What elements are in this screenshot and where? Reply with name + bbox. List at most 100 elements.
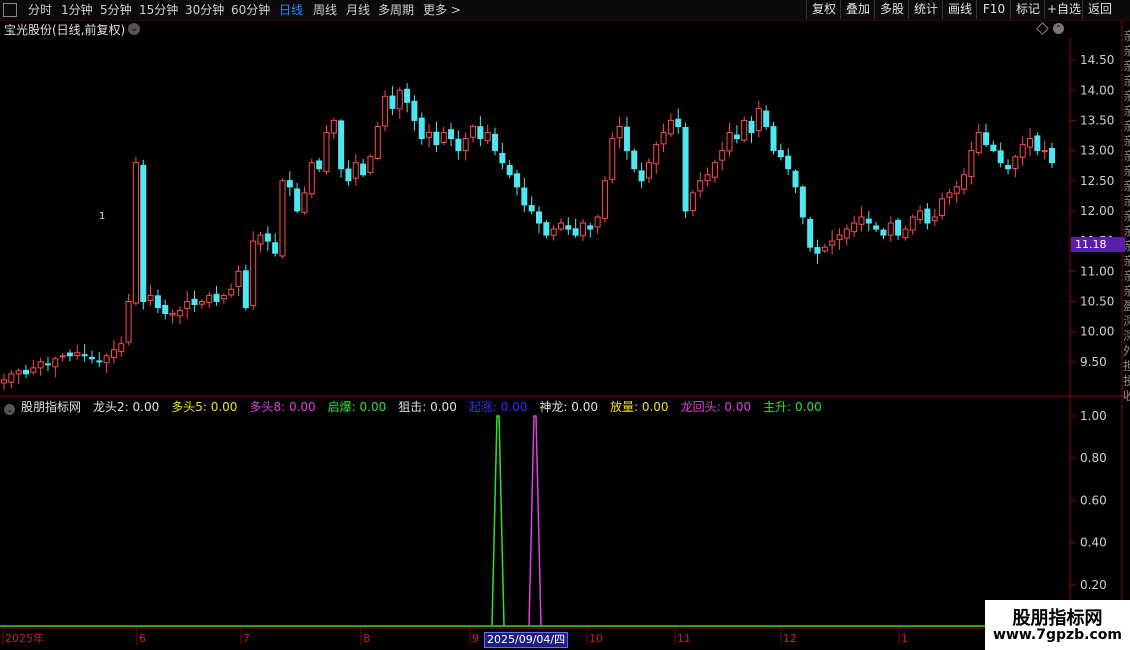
candle-body-38	[279, 180, 286, 257]
time-label-3: 8	[363, 632, 370, 645]
candle-body-81	[594, 216, 601, 228]
indicator-value-0: 龙头2: 0.00	[93, 400, 160, 414]
candle-body-0	[1, 379, 7, 384]
candle-body-97	[711, 162, 718, 178]
candle-body-96	[704, 174, 711, 182]
candle-body-94	[689, 192, 696, 212]
candle-body-108	[792, 170, 799, 188]
candle-body-89	[653, 144, 660, 165]
candle-body-17	[125, 300, 132, 343]
sidebar-char-18: 盈	[1123, 299, 1130, 313]
candle-body-24	[176, 310, 183, 317]
candle-body-76	[557, 222, 564, 230]
candle-body-50	[367, 156, 374, 173]
price-label-8: 10.50	[1080, 294, 1114, 308]
candle-body-67	[492, 133, 499, 152]
candle-body-124	[909, 216, 916, 231]
sidebar-char-7: 亲	[1123, 134, 1130, 148]
ind-label-1: 0.80	[1080, 451, 1107, 465]
candle-body-1	[8, 373, 15, 383]
sidebar-char-5: 亲	[1123, 104, 1130, 118]
price-tag: 11.18	[1071, 237, 1125, 252]
candle-body-14	[103, 355, 110, 364]
candle-body-39	[286, 180, 293, 188]
sidebar-char-0: 亲	[1123, 29, 1130, 43]
candle-body-92	[675, 118, 682, 127]
candle-body-36	[264, 233, 271, 242]
sidebar-char-24: 收	[1123, 389, 1130, 403]
chart-canvas[interactable]: 14.5014.0013.5013.0012.5012.0011.5011.00…	[0, 0, 1130, 650]
price-label-5: 12.00	[1080, 204, 1114, 218]
time-label-0: 2025年	[5, 631, 44, 645]
candle-body-91	[667, 119, 674, 135]
price-label-2: 13.50	[1080, 113, 1114, 127]
candle-body-86	[631, 150, 638, 170]
indicator-dropdown-icon[interactable]: ⌄	[4, 404, 15, 415]
candle-body-82	[601, 180, 608, 219]
candle-body-52	[382, 95, 389, 127]
candle-body-26	[191, 298, 198, 305]
indicator-value-8: 龙回头: 0.00	[680, 400, 752, 414]
candle-body-18	[132, 162, 139, 304]
indicator-spike-1	[528, 415, 542, 627]
candle-body-41	[301, 192, 308, 213]
sidebar-char-15: 亲	[1123, 254, 1130, 268]
candle-body-99	[726, 132, 733, 152]
candle-body-69	[506, 164, 513, 176]
candle-annotation: 1	[99, 211, 105, 222]
candle-body-72	[528, 205, 535, 212]
candle-body-13	[96, 360, 103, 363]
indicator-value-6: 神龙: 0.00	[539, 400, 598, 414]
price-label-4: 12.50	[1080, 174, 1114, 188]
time-label-1: 6	[139, 632, 146, 645]
candle-body-88	[645, 162, 652, 179]
candle-body-57	[418, 117, 425, 140]
candle-body-85	[623, 126, 630, 152]
candle-body-73	[535, 211, 542, 224]
candle-body-120	[880, 229, 887, 236]
price-label-9: 10.00	[1080, 325, 1114, 339]
candle-body-135	[990, 144, 997, 152]
candle-body-42	[308, 162, 315, 195]
candle-body-127	[931, 216, 938, 222]
candle-body-100	[733, 134, 740, 140]
candle-body-28	[206, 294, 213, 303]
candle-body-49	[360, 163, 367, 176]
candle-body-119	[873, 225, 880, 230]
ind-label-2: 0.60	[1080, 493, 1107, 507]
sidebar-char-12: 亲	[1123, 209, 1130, 223]
candle-body-140	[1027, 138, 1034, 148]
candle-body-110	[807, 218, 814, 248]
candle-body-33	[242, 270, 249, 309]
candle-body-29	[213, 293, 220, 302]
candle-body-32	[235, 270, 242, 287]
sidebar-char-6: 亲	[1123, 119, 1130, 133]
candle-body-111	[814, 247, 821, 254]
candle-body-131	[961, 174, 968, 190]
sidebar-char-3: 亲	[1123, 74, 1130, 88]
candle-body-66	[484, 132, 491, 142]
price-label-3: 13.00	[1080, 144, 1114, 158]
candle-body-47	[345, 168, 352, 182]
sidebar-char-22: 担	[1123, 359, 1130, 373]
candle-body-63	[462, 138, 469, 152]
sidebar-char-20: 深	[1123, 329, 1130, 343]
candle-body-79	[579, 222, 586, 237]
candle-body-53	[389, 95, 396, 109]
candle-body-121	[887, 222, 894, 236]
candle-body-45	[330, 119, 337, 134]
sidebar-char-4: 亲	[1123, 89, 1130, 103]
candle-body-46	[338, 120, 345, 170]
candle-body-112	[821, 246, 828, 252]
candle-body-59	[433, 131, 440, 146]
candle-body-126	[924, 208, 931, 224]
candle-body-55	[404, 88, 411, 103]
candle-body-10	[74, 352, 81, 356]
candle-body-7	[52, 358, 59, 368]
indicator-value-1: 多头5: 0.00	[171, 400, 238, 414]
time-label-8: 1	[901, 632, 908, 645]
candle-body-101	[741, 119, 748, 141]
candle-body-12	[88, 356, 95, 360]
candle-body-80	[587, 225, 594, 230]
candle-body-16	[118, 343, 125, 352]
